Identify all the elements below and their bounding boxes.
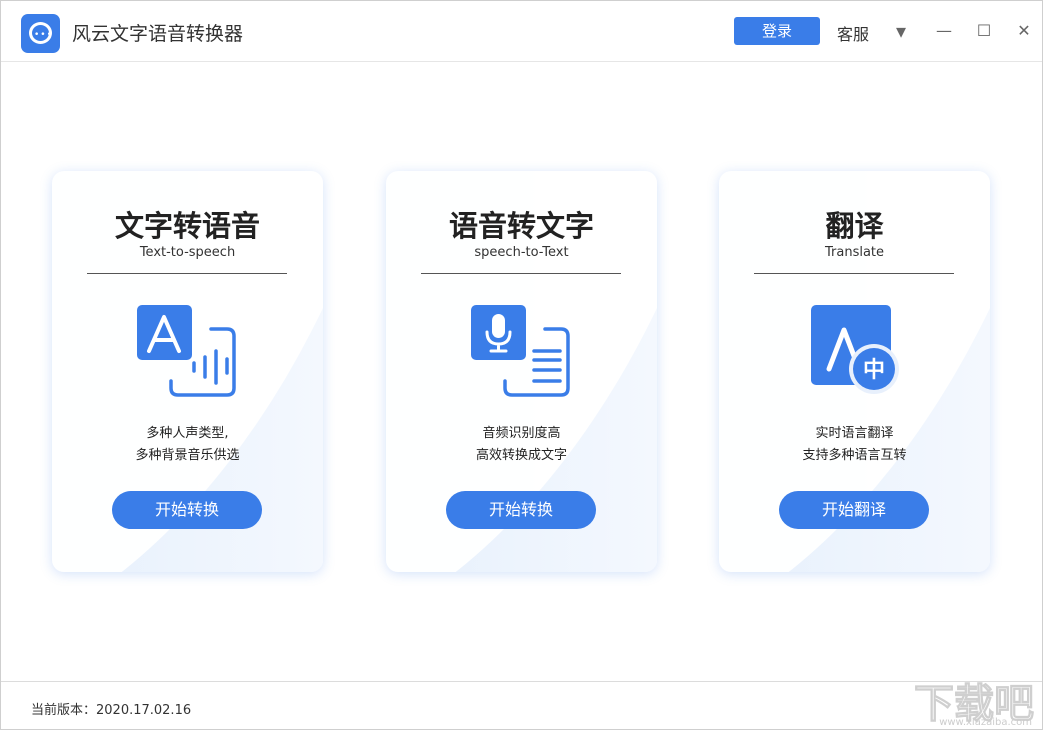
- card-subtitle: Translate: [719, 245, 990, 260]
- speech-to-text-icon: [471, 305, 571, 397]
- svg-text:中: 中: [863, 358, 885, 383]
- card-speech-to-text: 语音转文字 speech-to-Text 音频识别度高高效转换成文字 开始转换: [386, 171, 657, 572]
- app-window: ••• 风云文字语音转换器 登录 客服 ▾ — ☐ ✕ 文字转语音 Text-t…: [0, 0, 1043, 730]
- minimize-icon[interactable]: —: [934, 19, 954, 43]
- divider: [421, 273, 621, 274]
- app-logo-icon: •••: [21, 14, 60, 53]
- start-translate-button[interactable]: 开始翻译: [779, 491, 929, 529]
- customer-service-button[interactable]: 客服: [837, 21, 869, 45]
- card-translate: 翻译 Translate 中 实时语言翻译支持多种语言互转 开始翻译: [719, 171, 990, 572]
- card-description: 多种人声类型,多种背景音乐供选: [52, 423, 323, 467]
- card-subtitle: speech-to-Text: [386, 245, 657, 260]
- card-subtitle: Text-to-speech: [52, 245, 323, 260]
- text-to-speech-icon: [137, 305, 237, 397]
- app-title: 风云文字语音转换器: [72, 19, 243, 46]
- close-icon[interactable]: ✕: [1014, 19, 1034, 43]
- card-text-to-speech: 文字转语音 Text-to-speech 多种人声类型,多种背景音乐供选 开始转…: [52, 171, 323, 572]
- menu-dropdown-icon[interactable]: ▾: [891, 19, 911, 43]
- start-convert-button[interactable]: 开始转换: [112, 491, 262, 529]
- watermark-url: www.xiazaiba.com: [939, 717, 1032, 728]
- version-label: 当前版本：2020.17.02.16: [31, 699, 191, 718]
- divider: [87, 273, 287, 274]
- maximize-icon[interactable]: ☐: [974, 19, 994, 43]
- start-convert-button[interactable]: 开始转换: [446, 491, 596, 529]
- title-bar: ••• 风云文字语音转换器 登录 客服 ▾ — ☐ ✕: [1, 1, 1042, 62]
- login-button[interactable]: 登录: [734, 17, 820, 45]
- card-description: 实时语言翻译支持多种语言互转: [719, 423, 990, 467]
- translate-icon: 中: [804, 305, 904, 397]
- card-title: 翻译: [719, 203, 990, 245]
- divider: [754, 273, 954, 274]
- card-description: 音频识别度高高效转换成文字: [386, 423, 657, 467]
- card-title: 文字转语音: [52, 203, 323, 245]
- card-title: 语音转文字: [386, 203, 657, 245]
- footer: 当前版本：2020.17.02.16 下载吧 www.xiazaiba.com: [1, 681, 1042, 731]
